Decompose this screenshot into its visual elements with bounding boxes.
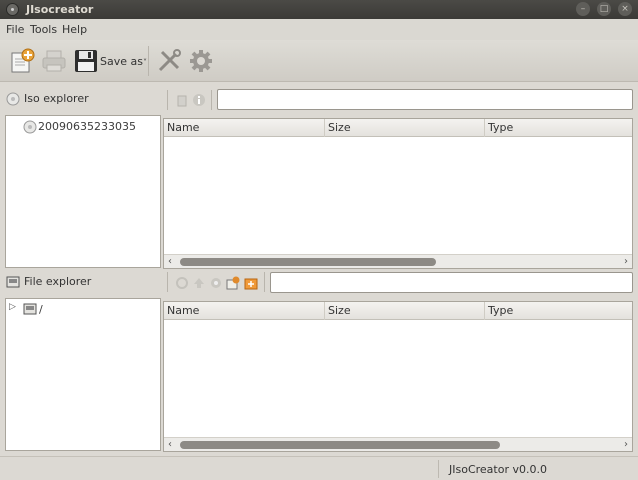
settings-gear-icon[interactable] [188, 48, 214, 74]
minimize-button[interactable]: – [576, 2, 590, 16]
scroll-left-icon[interactable]: ‹ [168, 255, 172, 268]
window-title: JIsocreator [26, 3, 94, 16]
refresh-icon [176, 277, 188, 289]
menu-tools[interactable]: Tools [30, 23, 57, 36]
print-icon [42, 50, 66, 72]
iso-search-input[interactable] [217, 89, 633, 110]
scroll-left-icon[interactable]: ‹ [168, 438, 172, 451]
iso-table: Name Size Type ‹ › [163, 118, 633, 269]
column-header-size[interactable]: Size [325, 119, 485, 137]
scrollbar-thumb[interactable] [180, 441, 500, 449]
drive-icon [6, 276, 20, 288]
file-tree: ▷ / [5, 298, 161, 451]
tree-item-label: 20090635233035 [38, 120, 136, 133]
file-explorer-header: File explorer [0, 270, 163, 294]
horizontal-scrollbar[interactable]: ‹ › [164, 254, 632, 268]
maximize-button[interactable]: □ [597, 2, 611, 16]
panel-separator [167, 90, 168, 110]
panel-separator [211, 90, 212, 110]
add-folder-icon[interactable] [244, 276, 258, 290]
up-arrow-icon [194, 278, 204, 288]
toolbar-separator [148, 46, 149, 76]
column-header-size[interactable]: Size [325, 302, 485, 320]
menu-bar: File Tools Help [0, 19, 638, 40]
iso-explorer-title: Iso explorer [24, 92, 89, 105]
scroll-right-icon[interactable]: › [624, 255, 628, 268]
toolbar: Save as˅ [0, 40, 638, 82]
column-header-name[interactable]: Name [164, 119, 325, 137]
column-header-name[interactable]: Name [164, 302, 325, 320]
file-explorer-title: File explorer [24, 275, 92, 288]
panel-separator [264, 272, 265, 292]
scrollbar-thumb[interactable] [180, 258, 436, 266]
tree-item-label[interactable]: / [39, 303, 43, 316]
iso-tree: 20090635233035 [5, 115, 161, 268]
disc-icon [23, 120, 37, 134]
save-as-button[interactable]: Save as˅ [100, 55, 147, 68]
horizontal-scrollbar[interactable]: ‹ › [164, 437, 632, 451]
app-icon [6, 3, 19, 16]
tools-icon[interactable] [156, 48, 182, 74]
file-table: Name Size Type ‹ › [163, 301, 633, 452]
column-header-type[interactable]: Type [485, 119, 632, 137]
version-label: JIsoCreator v0.0.0 [449, 463, 547, 476]
delete-icon [177, 95, 187, 107]
menu-help[interactable]: Help [62, 23, 87, 36]
iso-explorer-header: Iso explorer [0, 87, 163, 111]
column-header-type[interactable]: Type [485, 302, 632, 320]
table-header: Name Size Type [164, 302, 632, 320]
info-icon [193, 94, 205, 106]
table-header: Name Size Type [164, 119, 632, 137]
disc-icon [6, 92, 20, 106]
title-bar: JIsocreator – □ × [0, 0, 638, 19]
expand-arrow-icon[interactable]: ▷ [9, 302, 16, 312]
status-bar: JIsoCreator v0.0.0 [0, 456, 638, 480]
scroll-right-icon[interactable]: › [624, 438, 628, 451]
drive-icon [23, 303, 37, 315]
save-icon[interactable] [73, 48, 99, 74]
home-icon [211, 278, 221, 288]
add-to-iso-icon[interactable] [226, 276, 240, 290]
panel-separator [167, 272, 168, 292]
close-button[interactable]: × [618, 2, 632, 16]
file-search-input[interactable] [270, 272, 633, 293]
new-project-icon[interactable] [9, 48, 35, 74]
menu-file[interactable]: File [6, 23, 24, 36]
status-separator [438, 460, 439, 478]
